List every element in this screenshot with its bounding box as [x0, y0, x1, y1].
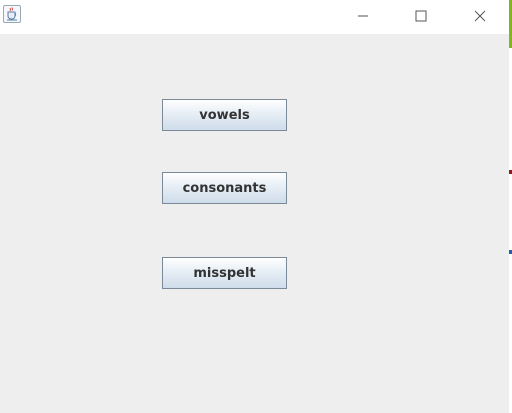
- consonants-button[interactable]: consonants: [162, 172, 287, 204]
- maximize-button[interactable]: [398, 0, 444, 32]
- vowels-button[interactable]: vowels: [162, 99, 287, 131]
- java-coffee-cup-icon[interactable]: [3, 5, 21, 23]
- minimize-icon: [357, 10, 369, 22]
- title-bar[interactable]: [0, 0, 512, 34]
- app-window: vowels consonants misspelt: [0, 0, 512, 413]
- close-button[interactable]: [457, 0, 503, 32]
- content-pane: [0, 34, 509, 413]
- minimize-button[interactable]: [340, 0, 386, 32]
- close-icon: [474, 10, 486, 22]
- misspelt-button[interactable]: misspelt: [162, 257, 287, 289]
- maximize-icon: [415, 10, 427, 22]
